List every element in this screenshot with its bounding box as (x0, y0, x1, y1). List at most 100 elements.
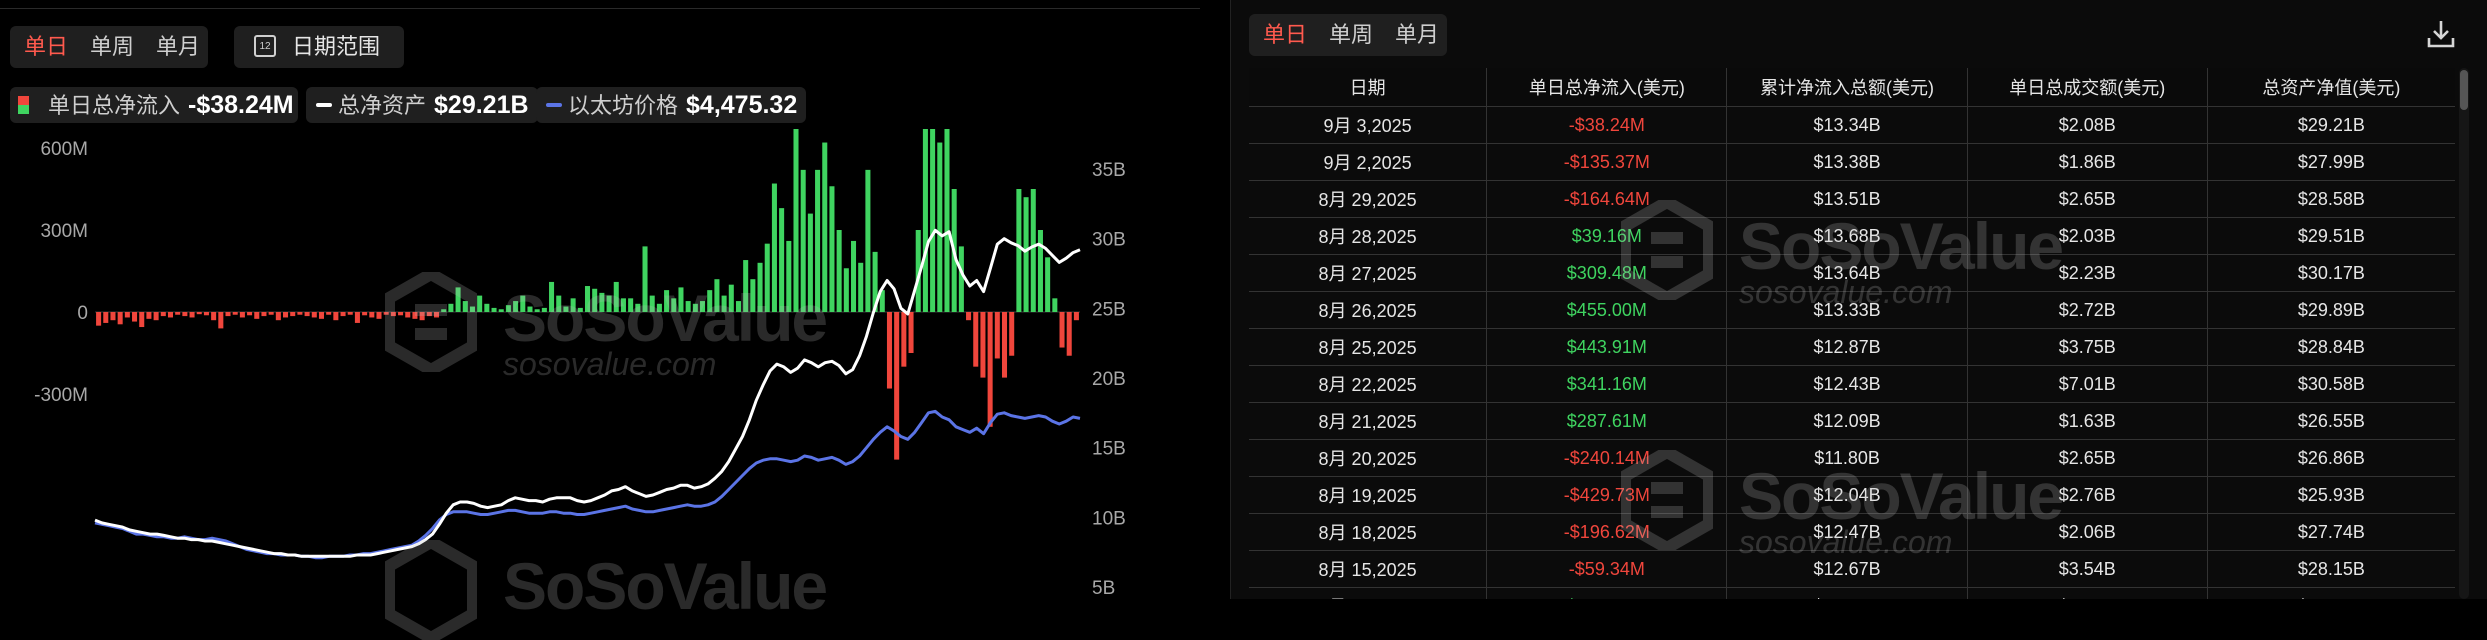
table-row[interactable]: 9月 2,2025 -$135.37M $13.38B $1.86B $27.99B (1249, 143, 2455, 181)
legend-daily-flow[interactable]: 单日总净流入 -$38.24M (10, 87, 298, 123)
table-row[interactable]: 8月 19,2025 -$429.73M $12.04B $2.76B $25.93B (1249, 476, 2455, 514)
legend-net-assets-value: $29.21B (434, 91, 529, 119)
legend-eth-price[interactable]: 以太坊价格 $4,475.32 (536, 87, 806, 123)
flow-bar (297, 312, 303, 315)
table-row[interactable]: 8月 18,2025 -$196.62M $12.47B $2.06B $27.74B (1249, 513, 2455, 551)
flow-bar (175, 312, 181, 315)
cell-daily-flow: -$240.14M (1486, 439, 1728, 477)
flow-bar (477, 295, 483, 312)
date-range-button[interactable]: 12 日期范围 (234, 26, 404, 68)
flow-bar (714, 279, 720, 312)
cell-cumulative-flow: $13.38B (1726, 143, 1968, 181)
flow-bar (283, 312, 289, 318)
flow-bar (894, 312, 900, 460)
flow-bar (980, 312, 986, 378)
cell-date: 8月 18,2025 (1249, 513, 1488, 551)
tab-day[interactable]: 单日 (1263, 14, 1307, 56)
table-row[interactable]: 8月 29,2025 -$164.64M $13.51B $2.65B $28.58B (1249, 180, 2455, 218)
flow-bar (354, 312, 360, 323)
table-header-row: 日期 单日总净流入(美元) 累计净流入总额(美元) 单日总成交额(美元) 总资产… (1249, 68, 2455, 107)
cell-cumulative-flow: $12.87B (1726, 328, 1968, 366)
cell-daily-flow: $39.16M (1486, 217, 1728, 255)
col-header-daily-flow[interactable]: 单日总净流入(美元) (1486, 68, 1728, 107)
flow-bar (606, 295, 612, 312)
flow-bar (1009, 312, 1015, 356)
flow-bar (700, 301, 706, 312)
tab-week[interactable]: 单周 (1329, 14, 1373, 56)
download-icon[interactable] (2426, 18, 2456, 50)
col-header-cumulative-flow[interactable]: 累计净流入总额(美元) (1726, 68, 1968, 107)
flow-bar (779, 208, 785, 312)
table-row[interactable]: 8月 14,2025$639.61M$12.73B$4.22B$29.22B (1249, 587, 2455, 599)
col-header-nav[interactable]: 总资产净值(美元) (2207, 68, 2455, 107)
flow-bar (1037, 230, 1043, 312)
flow-bar (160, 312, 166, 317)
table-row[interactable]: 9月 3,2025 -$38.24M $13.34B $2.08B $29.21B (1249, 106, 2455, 144)
col-header-daily-volume[interactable]: 单日总成交额(美元) (1967, 68, 2208, 107)
flow-bar (153, 312, 159, 321)
tab-day[interactable]: 单日 (24, 26, 68, 68)
flow-bar (1045, 257, 1051, 312)
flow-bar (498, 309, 504, 312)
table-row[interactable]: 8月 27,2025 $309.48M $13.64B $2.23B $30.17B (1249, 254, 2455, 292)
cell-cumulative-flow: $13.64B (1726, 254, 1968, 292)
flow-chart[interactable]: 1.2B900M600M300M0-300M 35B30B25B20B15B10… (0, 129, 1200, 599)
table-row[interactable]: 8月 25,2025 $443.91M $12.87B $3.75B $28.84B (1249, 328, 2455, 366)
cell-daily-volume: $7.01B (1967, 365, 2208, 403)
table-row[interactable]: 8月 26,2025 $455.00M $13.33B $2.72B $29.89B (1249, 291, 2455, 329)
cell-daily-flow: -$429.73M (1486, 476, 1728, 514)
flow-bar (369, 312, 375, 318)
legend-daily-flow-value: -$38.24M (188, 91, 294, 119)
table-row[interactable]: 8月 20,2025 -$240.14M $11.80B $2.65B $26.86B (1249, 439, 2455, 477)
flow-bar (836, 230, 842, 312)
y-right-tick-label: 15B (1092, 439, 1126, 460)
flow-bar (390, 312, 396, 317)
flow-bar (858, 262, 864, 312)
flow-bar (599, 292, 605, 312)
flow-bar (318, 312, 324, 319)
line-swatch-icon (546, 103, 562, 107)
table-row[interactable]: 8月 21,2025 $287.61M $12.09B $1.63B $26.55B (1249, 402, 2455, 440)
cell-daily-flow: $309.48M (1486, 254, 1728, 292)
flow-bar (268, 312, 274, 315)
flow-bar (405, 312, 411, 318)
cell-daily-flow: -$164.64M (1486, 180, 1728, 218)
flow-bar (110, 312, 116, 321)
flow-bar (132, 312, 138, 322)
tab-week[interactable]: 单周 (90, 26, 134, 68)
flow-bar (491, 307, 497, 312)
flow-bar (462, 301, 468, 312)
cell-date: 8月 15,2025 (1249, 550, 1488, 588)
tab-month[interactable]: 单月 (156, 26, 200, 68)
table-row[interactable]: 8月 15,2025 -$59.34M $12.67B $3.54B $28.15B (1249, 550, 2455, 588)
flow-bar (642, 246, 648, 312)
flow-bar (815, 169, 821, 312)
flow-bar (721, 295, 727, 312)
table-row[interactable]: 8月 28,2025 $39.16M $13.68B $2.03B $29.51B (1249, 217, 2455, 255)
tab-month[interactable]: 单月 (1395, 14, 1439, 56)
flow-bar (333, 312, 339, 321)
flow-bar (196, 312, 202, 315)
cell-date: 9月 3,2025 (1249, 106, 1488, 144)
flow-bar (239, 312, 245, 318)
cell-date: 8月 26,2025 (1249, 291, 1488, 329)
flow-bar (966, 312, 972, 321)
legend-net-assets[interactable]: 总净资产 $29.21B (306, 87, 538, 123)
flow-bar (671, 298, 677, 312)
table-scrollbar[interactable] (2459, 68, 2469, 599)
flow-bars (96, 129, 1079, 460)
flow-bar (247, 312, 253, 316)
table-body: 9月 3,2025 -$38.24M $13.34B $2.08B $29.21B 9月 … (1249, 106, 2455, 599)
flow-bar (886, 312, 892, 389)
col-header-date[interactable]: 日期 (1249, 68, 1488, 107)
cell-daily-flow: -$38.24M (1486, 106, 1728, 144)
flow-bar (994, 312, 1000, 359)
cell-nav: $30.58B (2207, 365, 2455, 403)
cell-daily-flow: $639.61M (1486, 587, 1728, 599)
legend-daily-flow-label: 单日总净流入 (48, 93, 181, 118)
cell-daily-volume: $3.75B (1967, 328, 2208, 366)
flow-bar (398, 312, 404, 316)
cell-date: 8月 19,2025 (1249, 476, 1488, 514)
scrollbar-thumb[interactable] (2460, 70, 2468, 110)
table-row[interactable]: 8月 22,2025 $341.16M $12.43B $7.01B $30.58B (1249, 365, 2455, 403)
